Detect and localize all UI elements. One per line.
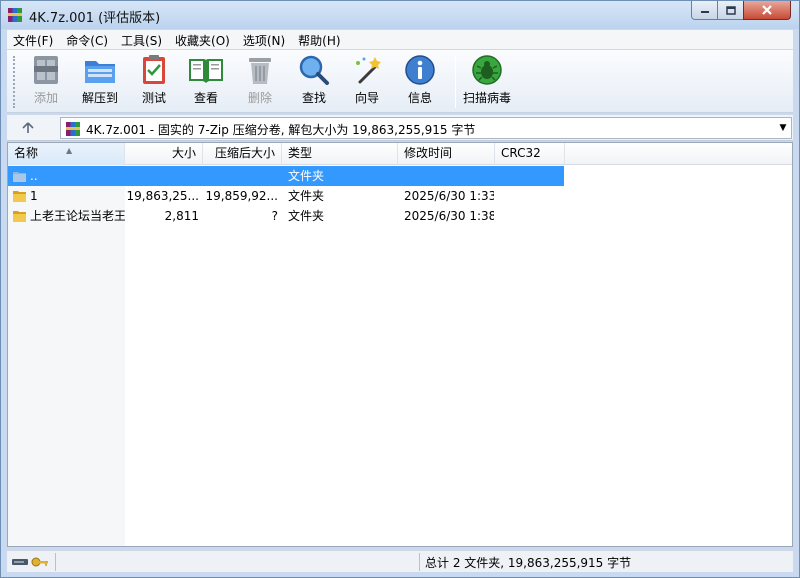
column-header-type[interactable]: 类型 — [282, 143, 398, 165]
column-header-name-label: 名称 — [14, 146, 39, 160]
file-crc32 — [501, 186, 561, 206]
close-button[interactable] — [743, 1, 791, 20]
view-button-label: 查看 — [193, 91, 218, 105]
title-bar[interactable]: 4K.7z.001 (评估版本) — [1, 1, 799, 29]
column-header-packed-label: 压缩后大小 — [214, 146, 275, 160]
delete-button[interactable]: 删除 — [233, 54, 287, 110]
find-button[interactable]: 查找 — [287, 54, 341, 110]
wizard-wand-icon — [356, 57, 381, 84]
add-button-label: 添加 — [33, 91, 58, 105]
info-icon — [405, 55, 435, 85]
file-type: 文件夹 — [288, 169, 325, 183]
status-divider — [419, 553, 420, 571]
delete-trash-icon — [249, 58, 271, 84]
file-modified: 2025/6/30 1:38 — [404, 209, 494, 223]
test-clipboard-icon — [143, 55, 165, 84]
parent-folder-icon — [12, 168, 28, 184]
toolbar: 添加 解压到 测试 查看 删除 查找 向导 信息 扫描病毒 — [7, 50, 793, 113]
dropdown-arrow-icon[interactable]: ▼ — [778, 121, 788, 135]
view-button[interactable]: 查看 — [179, 54, 233, 110]
column-header-packed[interactable]: 压缩后大小 — [203, 143, 282, 165]
add-archive-icon — [34, 56, 58, 84]
file-packed-size: 19,859,92... — [205, 189, 278, 203]
winrar-app-icon — [7, 7, 23, 23]
list-header: ▲ 名称 大小 压缩后大小 类型 修改时间 CRC32 — [8, 143, 792, 165]
drive-key-icon[interactable] — [11, 555, 51, 569]
extract-folder-icon — [85, 61, 115, 83]
file-name: 1 — [30, 189, 38, 203]
info-button-label: 信息 — [407, 91, 432, 105]
file-packed-size: ? — [271, 209, 278, 223]
file-size: 19,863,25... — [126, 189, 199, 203]
wizard-button[interactable]: 向导 — [340, 54, 394, 110]
toolbar-separator — [455, 56, 456, 108]
close-icon — [762, 5, 772, 15]
up-one-level-button[interactable] — [17, 118, 39, 138]
maximize-icon — [725, 5, 736, 15]
file-modified: 2025/6/30 1:33 — [404, 189, 494, 203]
scan-virus-button-label: 扫描病毒 — [462, 91, 511, 105]
file-row[interactable]: 上老王论坛当老王 2,811 ? 文件夹 2025/6/30 1:38 — [8, 206, 564, 226]
column-header-name[interactable]: ▲ 名称 — [8, 143, 125, 165]
folder-icon — [12, 208, 28, 224]
winrar-archive-icon — [65, 121, 81, 137]
minimize-button[interactable] — [691, 1, 718, 20]
file-row[interactable]: 1 19,863,25... 19,859,92... 文件夹 2025/6/3… — [8, 186, 564, 206]
sort-ascending-icon: ▲ — [66, 146, 73, 155]
menu-favorites[interactable]: 收藏夹(O) — [169, 30, 237, 49]
status-bar: 总计 2 文件夹, 19,863,255,915 字节 — [7, 550, 793, 572]
view-book-icon — [189, 59, 223, 83]
maximize-button[interactable] — [717, 1, 744, 20]
column-header-crc32[interactable]: CRC32 — [495, 143, 565, 165]
virus-scan-bug-icon — [472, 55, 502, 85]
column-header-size[interactable]: 大小 — [125, 143, 203, 165]
test-button[interactable]: 测试 — [127, 54, 181, 110]
find-magnifier-icon — [299, 55, 329, 85]
app-window: 4K.7z.001 (评估版本) 文件(F) 命令(C) 工具(S) 收藏夹(O… — [0, 0, 800, 578]
file-packed-size — [203, 166, 278, 186]
column-header-size-label: 大小 — [171, 146, 196, 160]
file-name: 上老王论坛当老王 — [30, 209, 125, 223]
archive-path-field[interactable]: 4K.7z.001 - 固实的 7-Zip 压缩分卷, 解包大小为 19,863… — [60, 117, 792, 139]
delete-button-label: 删除 — [247, 91, 272, 105]
file-size: 2,811 — [164, 209, 199, 223]
file-row-parent[interactable]: .. 文件夹 — [8, 166, 564, 186]
wizard-button-label: 向导 — [354, 91, 379, 105]
menu-bar: 文件(F) 命令(C) 工具(S) 收藏夹(O) 选项(N) 帮助(H) — [7, 30, 793, 49]
column-header-modified[interactable]: 修改时间 — [398, 143, 495, 165]
up-arrow-icon — [22, 122, 34, 133]
archive-path-text: 4K.7z.001 - 固实的 7-Zip 压缩分卷, 解包大小为 19,863… — [86, 123, 476, 137]
file-type: 文件夹 — [288, 189, 325, 203]
window-title: 4K.7z.001 (评估版本) — [29, 11, 161, 26]
file-type: 文件夹 — [288, 209, 325, 223]
file-crc32 — [501, 166, 561, 186]
info-button[interactable]: 信息 — [393, 54, 447, 110]
extract-to-button[interactable]: 解压到 — [73, 54, 127, 110]
test-button-label: 测试 — [141, 91, 166, 105]
menu-options[interactable]: 选项(N) — [237, 30, 292, 49]
file-list[interactable]: ▲ 名称 大小 压缩后大小 类型 修改时间 CRC32 .. 文件夹 1 19,… — [7, 142, 793, 547]
file-crc32 — [501, 206, 561, 226]
menu-file[interactable]: 文件(F) — [7, 30, 60, 49]
file-size — [125, 166, 199, 186]
address-bar: 4K.7z.001 - 固实的 7-Zip 压缩分卷, 解包大小为 19,863… — [7, 115, 793, 141]
find-button-label: 查找 — [301, 91, 326, 105]
menu-commands[interactable]: 命令(C) — [60, 30, 115, 49]
minimize-icon — [700, 11, 709, 13]
column-header-modified-label: 修改时间 — [404, 146, 453, 160]
status-summary: 总计 2 文件夹, 19,863,255,915 字节 — [425, 556, 632, 570]
column-header-type-label: 类型 — [288, 146, 313, 160]
extract-to-button-label: 解压到 — [81, 91, 118, 105]
file-modified — [404, 166, 494, 186]
folder-icon — [12, 188, 28, 204]
add-button[interactable]: 添加 — [19, 54, 73, 110]
column-header-crc32-label: CRC32 — [501, 146, 541, 160]
file-name: .. — [30, 169, 38, 183]
menu-help[interactable]: 帮助(H) — [292, 30, 347, 49]
menu-tools[interactable]: 工具(S) — [115, 30, 169, 49]
scan-virus-button[interactable]: 扫描病毒 — [459, 54, 515, 110]
toolbar-grip — [13, 56, 16, 108]
status-divider — [55, 553, 56, 571]
